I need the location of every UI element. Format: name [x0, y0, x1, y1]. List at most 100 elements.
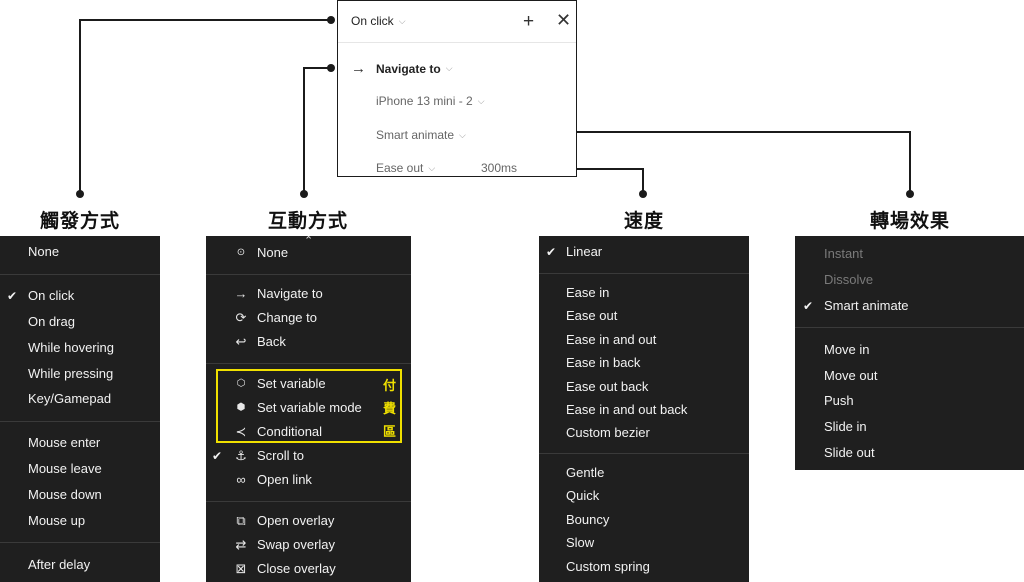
- menu-item-ease-in-and-out-back[interactable]: Ease in and out back: [539, 400, 749, 420]
- item-label: Ease in and out: [566, 332, 657, 347]
- chevron-down-icon: ⌵: [428, 162, 436, 173]
- speed-menu: ✔ Linear Ease in Ease out Ease in and ou…: [539, 236, 749, 582]
- heading-speed: 速度: [624, 210, 665, 232]
- menu-item-change-to[interactable]: ⟳ Change to: [206, 308, 411, 328]
- menu-item-slide-in[interactable]: Slide in: [795, 417, 1024, 437]
- item-label: Ease in back: [566, 355, 641, 370]
- menu-item-while-pressing[interactable]: While pressing: [0, 364, 160, 384]
- plus-icon[interactable]: +: [523, 11, 534, 33]
- item-label: Ease in and out back: [566, 402, 688, 417]
- duration-input[interactable]: 300ms: [481, 161, 517, 175]
- menu-item-after-delay[interactable]: After delay: [0, 555, 160, 575]
- menu-divider: [539, 453, 749, 454]
- transition-menu: Instant Dissolve ✔ Smart animate Move in…: [795, 236, 1024, 470]
- item-label: Key/Gamepad: [28, 391, 112, 406]
- item-label: While hovering: [28, 340, 114, 355]
- open-overlay-icon: ⧉: [236, 513, 246, 528]
- check-icon: ✔: [803, 299, 814, 313]
- chevron-down-icon: ⌵: [459, 129, 466, 140]
- menu-item-back[interactable]: ↩ Back: [206, 332, 411, 352]
- menu-item-quick[interactable]: Quick: [539, 486, 749, 506]
- menu-item-custom-bezier[interactable]: Custom bezier: [539, 423, 749, 443]
- item-label: Change to: [257, 310, 317, 325]
- menu-item-scroll-to[interactable]: ✔ ⚓ Scroll to: [206, 446, 411, 466]
- menu-item-custom-spring[interactable]: Custom spring: [539, 557, 749, 577]
- item-label: Slow: [566, 535, 595, 550]
- menu-item-slide-out[interactable]: Slide out: [795, 443, 1024, 463]
- menu-item-close-overlay[interactable]: ⊠ Close overlay: [206, 559, 411, 579]
- menu-item-key-gamepad[interactable]: Key/Gamepad: [0, 389, 160, 409]
- menu-item-gentle[interactable]: Gentle: [539, 463, 749, 483]
- menu-item-ease-out-back[interactable]: Ease out back: [539, 377, 749, 397]
- trigger-value: On click: [351, 14, 394, 28]
- item-label: Move in: [824, 342, 870, 357]
- menu-item-push[interactable]: Push: [795, 391, 1024, 411]
- menu-item-none[interactable]: ⊙ None: [206, 243, 411, 263]
- item-label: Quick: [566, 488, 600, 503]
- item-label: Custom bezier: [566, 425, 650, 440]
- menu-item-open-overlay[interactable]: ⧉ Open overlay: [206, 511, 411, 531]
- menu-item-smart-animate[interactable]: ✔ Smart animate: [795, 296, 1024, 316]
- menu-item-mouse-down[interactable]: Mouse down: [0, 485, 160, 505]
- menu-divider: [206, 274, 411, 275]
- item-label: Push: [824, 393, 854, 408]
- menu-item-slow[interactable]: Slow: [539, 533, 749, 553]
- animation-value: Smart animate: [376, 128, 455, 142]
- menu-item-on-drag[interactable]: On drag: [0, 312, 160, 332]
- menu-item-none[interactable]: None: [0, 242, 160, 262]
- panel-divider: [338, 42, 576, 43]
- menu-item-mouse-up[interactable]: Mouse up: [0, 511, 160, 531]
- paid-label-1: 付: [383, 379, 397, 394]
- refresh-icon: ⟳: [235, 310, 247, 325]
- menu-item-instant[interactable]: Instant: [795, 244, 1024, 264]
- animation-select[interactable]: Smart animate ⌵: [376, 128, 466, 142]
- action-select[interactable]: → Navigate to ⌵: [351, 60, 453, 77]
- arrow-right-icon: →: [351, 60, 366, 77]
- menu-item-swap-overlay[interactable]: ⇄ Swap overlay: [206, 535, 411, 555]
- menu-item-move-out[interactable]: Move out: [795, 366, 1024, 386]
- check-icon: ✔: [7, 289, 18, 303]
- none-icon: ⊙: [236, 247, 246, 258]
- paid-area-highlight: 付 費 區: [216, 369, 402, 443]
- paid-label-3: 區: [383, 425, 397, 440]
- menu-divider: [206, 363, 411, 364]
- menu-item-navigate-to[interactable]: → Navigate to: [206, 284, 411, 304]
- menu-item-move-in[interactable]: Move in: [795, 340, 1024, 360]
- menu-item-dissolve[interactable]: Dissolve: [795, 270, 1024, 290]
- item-label: Navigate to: [257, 286, 323, 301]
- item-label: Back: [257, 334, 286, 349]
- menu-item-ease-in-back[interactable]: Ease in back: [539, 353, 749, 373]
- check-icon: ✔: [546, 245, 557, 259]
- item-label: Slide out: [824, 445, 875, 460]
- item-label: Linear: [566, 244, 603, 259]
- menu-item-ease-in-and-out[interactable]: Ease in and out: [539, 330, 749, 350]
- menu-item-open-link[interactable]: ∞ Open link: [206, 470, 411, 490]
- menu-item-mouse-leave[interactable]: Mouse leave: [0, 459, 160, 479]
- arrow-back-icon: ↩: [235, 334, 247, 349]
- easing-select[interactable]: Ease out ⌵: [376, 161, 435, 175]
- item-label: Mouse enter: [28, 435, 101, 450]
- menu-item-mouse-enter[interactable]: Mouse enter: [0, 433, 160, 453]
- menu-item-while-hovering[interactable]: While hovering: [0, 338, 160, 358]
- link-icon: ∞: [236, 472, 246, 487]
- menu-item-linear[interactable]: ✔ Linear: [539, 242, 749, 262]
- item-label: None: [28, 244, 60, 259]
- menu-item-bouncy[interactable]: Bouncy: [539, 510, 749, 530]
- close-overlay-icon: ⊠: [235, 561, 247, 576]
- item-label: Slide in: [824, 419, 867, 434]
- menu-divider: [0, 421, 160, 422]
- menu-item-ease-in[interactable]: Ease in: [539, 283, 749, 303]
- anchor-icon: ⚓: [235, 448, 247, 463]
- menu-item-on-click[interactable]: ✔ On click: [0, 286, 160, 306]
- item-label: After delay: [28, 557, 91, 572]
- close-icon[interactable]: ✕: [556, 10, 571, 31]
- item-label: Smart animate: [824, 298, 909, 313]
- item-label: While pressing: [28, 366, 114, 381]
- swap-overlay-icon: ⇄: [235, 537, 247, 552]
- menu-item-ease-out[interactable]: Ease out: [539, 306, 749, 326]
- menu-divider: [795, 327, 1024, 328]
- trigger-select[interactable]: On click ⌵: [351, 14, 406, 28]
- menu-divider: [0, 542, 160, 543]
- destination-select[interactable]: iPhone 13 mini - 2 ⌵: [376, 94, 485, 108]
- item-label: Bouncy: [566, 512, 610, 527]
